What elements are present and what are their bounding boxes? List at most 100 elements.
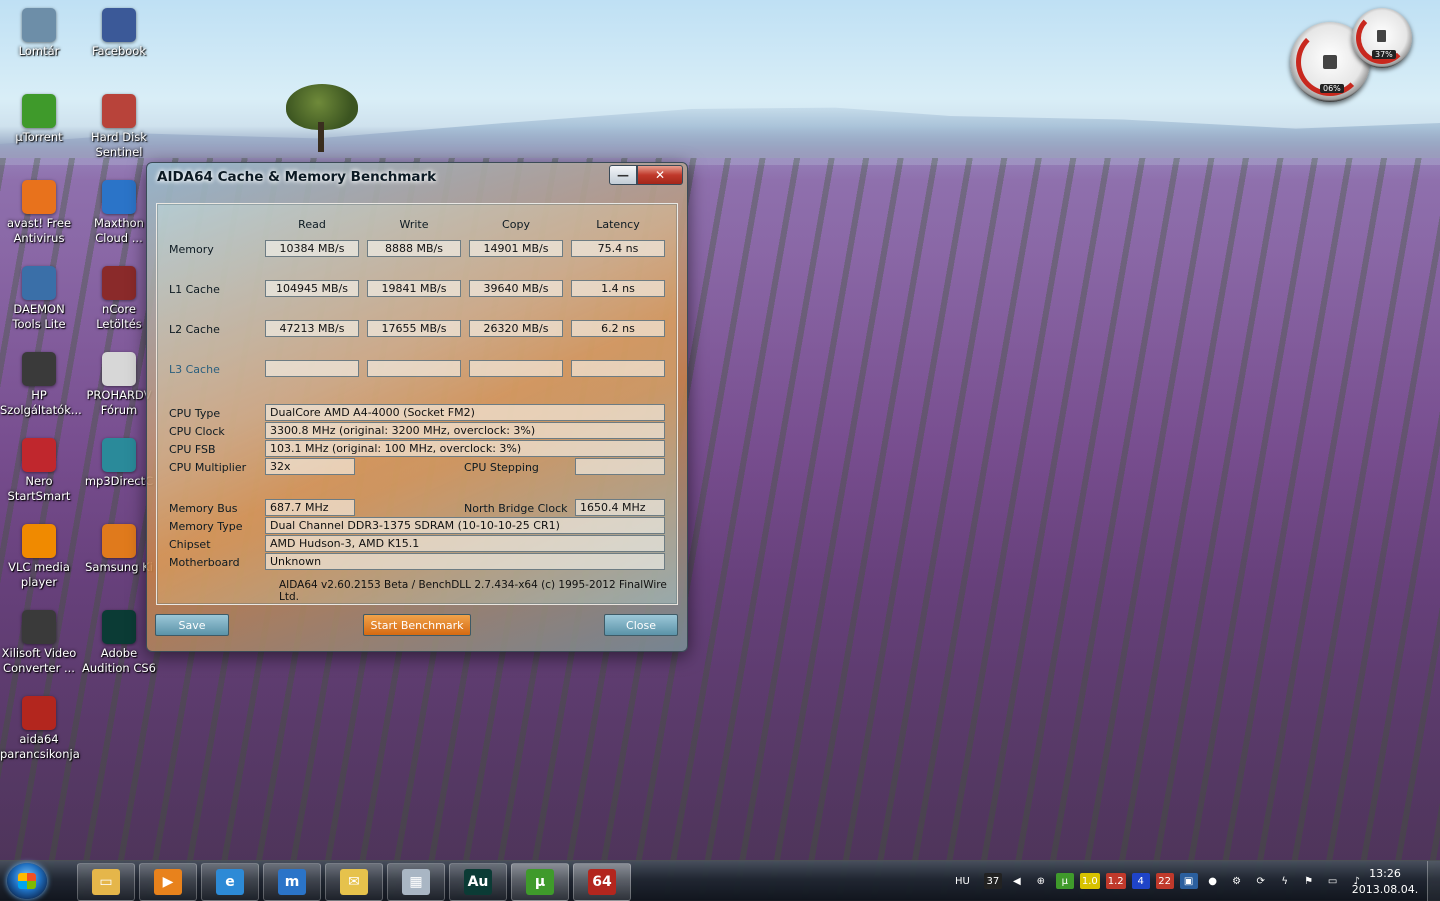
memory-gauge-center-icon <box>1377 30 1386 42</box>
desktop-icon-label: µTorrent <box>15 130 63 144</box>
hard-disk-sentinel-icon <box>102 94 136 128</box>
language-indicator[interactable]: HU <box>955 873 970 889</box>
tray-icon[interactable]: 1.0 <box>1079 873 1100 889</box>
tray-icon[interactable]: ⟳ <box>1252 873 1270 889</box>
memory-latency-value: 75.4 ns <box>571 240 665 257</box>
desktop-icon[interactable]: µTorrent <box>0 94 78 145</box>
north-bridge-clock-label: North Bridge Clock <box>464 502 568 515</box>
start-benchmark-button[interactable]: Start Benchmark <box>363 614 471 636</box>
mail-icon: ✉ <box>340 869 368 895</box>
windows-logo-icon <box>18 873 36 889</box>
desktop-icon-label: Adobe Audition CS6 <box>82 646 156 675</box>
tray-icon[interactable]: ⊕ <box>1032 873 1050 889</box>
folder-icon: ▭ <box>92 869 120 895</box>
tray-icon[interactable]: ◀ <box>1008 873 1026 889</box>
cpu-usage-value: 06% <box>1320 84 1344 93</box>
cpu-multiplier-label: CPU Multiplier <box>169 461 247 474</box>
taskbar-calculator[interactable]: ▦ <box>387 863 445 901</box>
row-label-l2-cache: L2 Cache <box>169 323 220 336</box>
column-header-latency: Latency <box>596 218 640 231</box>
tray-icon[interactable]: ▭ <box>1324 873 1342 889</box>
utorrent-icon: µ <box>526 869 554 895</box>
desktop-icon[interactable]: VLC media player <box>0 524 78 590</box>
tray-icon[interactable]: ● <box>1204 873 1222 889</box>
cpu-clock-value: 3300.8 MHz (original: 3200 MHz, overcloc… <box>265 422 665 439</box>
adobe-audition-icon <box>102 610 136 644</box>
tray-icon[interactable]: ▣ <box>1179 873 1198 889</box>
wallpaper-hills <box>0 107 1440 165</box>
window-controls: — ✕ <box>609 165 683 185</box>
desktop-icon[interactable]: avast! Free Antivirus <box>0 180 78 246</box>
desktop-icon-label: avast! Free Antivirus <box>6 216 72 245</box>
taskbar-aida64[interactable]: 64 <box>573 863 631 901</box>
desktop-icon-label: aida64 parancsikonja <box>0 732 80 761</box>
desktop-icon[interactable]: Nero StartSmart <box>0 438 78 504</box>
motherboard-label: Motherboard <box>169 556 240 569</box>
l1-read-value: 104945 MB/s <box>265 280 359 297</box>
desktop-icon[interactable]: aida64 parancsikonja <box>0 696 80 762</box>
desktop-icon[interactable]: Lomtár <box>0 8 78 59</box>
taskbar-internet-explorer[interactable]: e <box>201 863 259 901</box>
show-desktop-button[interactable] <box>1427 861 1440 901</box>
tray-icon[interactable]: 4 <box>1131 873 1150 889</box>
cpu-gauge-center-icon <box>1323 55 1337 69</box>
column-header-write: Write <box>399 218 429 231</box>
desktop-icon-label: Lomtár <box>18 44 60 58</box>
tray-icons: 37 ◀ ⊕ µ 1.0 1.2 4 22 ▣ ● ⚙ ⟳ ϟ ⚑ ▭ ♪ <box>983 873 1372 889</box>
adobe-audition-icon: Au <box>464 869 492 895</box>
desktop-icon[interactable]: Facebook <box>80 8 158 59</box>
taskbar-audition[interactable]: Au <box>449 863 507 901</box>
l3-write-value <box>367 360 461 377</box>
l2-latency-value: 6.2 ns <box>571 320 665 337</box>
prohardver-icon <box>102 352 136 386</box>
taskbar-media-player[interactable]: ▶ <box>139 863 197 901</box>
copyright-text: AIDA64 v2.60.2153 Beta / BenchDLL 2.7.43… <box>279 579 667 603</box>
l2-write-value: 17655 MB/s <box>367 320 461 337</box>
window-close-button[interactable]: ✕ <box>637 165 683 185</box>
memory-read-value: 10384 MB/s <box>265 240 359 257</box>
cpu-meter-gadget[interactable]: 06% 37% <box>1290 8 1416 104</box>
close-button[interactable]: Close <box>604 614 678 636</box>
minimize-button[interactable]: — <box>609 165 637 185</box>
cpu-stepping-value <box>575 458 665 475</box>
row-label-memory: Memory <box>169 243 214 256</box>
aida64-benchmark-window[interactable]: AIDA64 Cache & Memory Benchmark — ✕ Read… <box>146 162 688 652</box>
memory-bus-value: 687.7 MHz <box>265 499 355 516</box>
save-button[interactable]: Save <box>155 614 229 636</box>
maxthon-icon <box>102 180 136 214</box>
north-bridge-clock-value: 1650.4 MHz <box>575 499 665 516</box>
taskbar-explorer[interactable]: ▭ <box>77 863 135 901</box>
desktop-icon[interactable]: Hard Disk Sentinel <box>80 94 158 160</box>
taskbar-maxthon[interactable]: m <box>263 863 321 901</box>
desktop-icon[interactable]: Xilisoft Video Converter ... <box>0 610 78 676</box>
hp-icon <box>22 352 56 386</box>
facebook-icon <box>102 8 136 42</box>
desktop-icon-label: DAEMON Tools Lite <box>12 302 66 331</box>
system-tray: HU 37 ◀ ⊕ µ 1.0 1.2 4 22 ▣ ● ⚙ ⟳ ϟ ⚑ ▭ ♪ <box>955 861 1372 901</box>
tray-icon[interactable]: µ <box>1055 873 1074 889</box>
avast-icon <box>22 180 56 214</box>
l2-copy-value: 26320 MB/s <box>469 320 563 337</box>
clock[interactable]: 13:26 2013.08.04. <box>1344 866 1426 898</box>
cpu-fsb-label: CPU FSB <box>169 443 216 456</box>
tray-icon[interactable]: ⚑ <box>1300 873 1318 889</box>
memory-write-value: 8888 MB/s <box>367 240 461 257</box>
desktop-icon[interactable]: DAEMON Tools Lite <box>0 266 78 332</box>
tray-icon[interactable]: ϟ <box>1276 873 1294 889</box>
taskbar-mail[interactable]: ✉ <box>325 863 383 901</box>
tray-icon[interactable]: 37 <box>983 873 1002 889</box>
desktop-icon-label: Nero StartSmart <box>7 474 71 503</box>
tray-icon[interactable]: 1.2 <box>1105 873 1126 889</box>
l1-copy-value: 39640 MB/s <box>469 280 563 297</box>
tray-icon[interactable]: ⚙ <box>1228 873 1246 889</box>
chipset-value: AMD Hudson-3, AMD K15.1 <box>265 535 665 552</box>
taskbar-utorrent[interactable]: µ <box>511 863 569 901</box>
cpu-fsb-value: 103.1 MHz (original: 100 MHz, overclock:… <box>265 440 665 457</box>
desktop-icon[interactable]: HP Szolgáltatók... <box>0 352 82 418</box>
cpu-type-value: DualCore AMD A4-4000 (Socket FM2) <box>265 404 665 421</box>
start-button[interactable] <box>7 863 47 899</box>
maxthon-icon: m <box>278 869 306 895</box>
tray-icon[interactable]: 22 <box>1155 873 1174 889</box>
media-player-icon: ▶ <box>154 869 182 895</box>
cpu-type-label: CPU Type <box>169 407 221 420</box>
